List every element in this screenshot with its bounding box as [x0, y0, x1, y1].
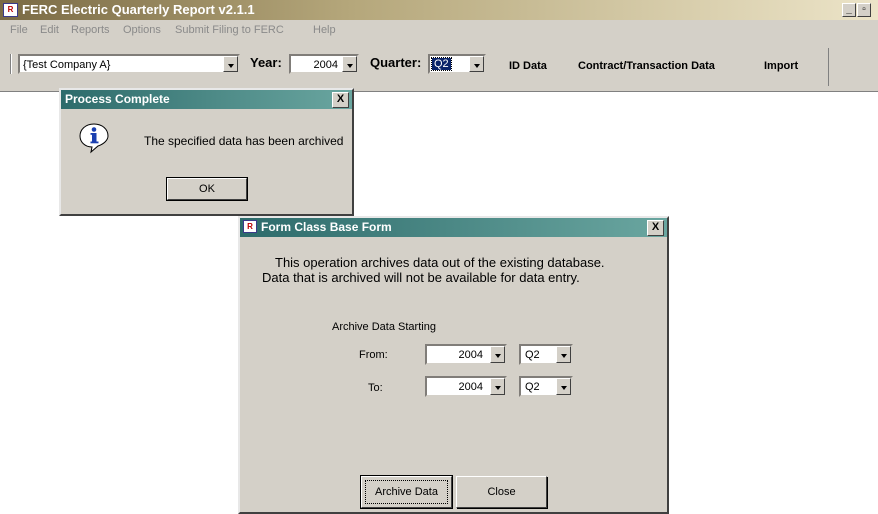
menu-help[interactable]: Help: [313, 24, 336, 36]
quarter-value: Q2: [431, 57, 452, 71]
process-complete-dialog: Process Complete X The specified data ha…: [59, 88, 354, 216]
toolbar-divider: [828, 48, 829, 86]
from-quarter-value: Q2: [525, 349, 540, 361]
chevron-down-icon[interactable]: [223, 56, 238, 72]
process-message: The specified data has been archived: [144, 134, 344, 148]
from-year-value: 2004: [458, 349, 483, 361]
archive-data-button[interactable]: Archive Data: [360, 475, 453, 509]
archive-section-label: Archive Data Starting: [332, 321, 436, 333]
dialog-title: Form Class Base Form: [261, 220, 392, 234]
dialog-title-bar: Process Complete X: [61, 90, 352, 109]
year-value: 2004: [313, 59, 338, 71]
close-button[interactable]: Close: [456, 476, 547, 508]
company-value: {Test Company A}: [23, 59, 111, 71]
to-year-select[interactable]: 2004: [425, 376, 507, 397]
year-label: Year:: [250, 55, 282, 70]
to-year-value: 2004: [458, 381, 483, 393]
chevron-down-icon[interactable]: [556, 378, 571, 395]
menu-file[interactable]: File: [10, 24, 28, 36]
menu-bar: File Edit Reports Options Submit Filing …: [0, 20, 878, 42]
minimize-button[interactable]: _: [842, 3, 856, 17]
from-label: From:: [359, 349, 388, 361]
chevron-down-icon[interactable]: [556, 346, 571, 363]
chevron-down-icon[interactable]: [342, 56, 357, 72]
info-icon: [79, 123, 109, 154]
close-icon[interactable]: X: [647, 220, 664, 236]
focus-ring: [365, 480, 448, 504]
toolbar: {Test Company A} Year: 2004 Quarter: Q2 …: [0, 42, 878, 92]
toolbar-grip: [10, 54, 12, 74]
chevron-down-icon[interactable]: [469, 56, 484, 72]
dialog-title-bar: R Form Class Base Form X: [240, 218, 667, 237]
from-quarter-select[interactable]: Q2: [519, 344, 573, 365]
menu-edit[interactable]: Edit: [40, 24, 59, 36]
description-line-1: This operation archives data out of the …: [275, 255, 605, 270]
to-quarter-select[interactable]: Q2: [519, 376, 573, 397]
contract-transaction-data-button[interactable]: Contract/Transaction Data: [578, 60, 715, 72]
app-title-bar: R FERC Electric Quarterly Report v2.1.1 …: [0, 0, 878, 20]
quarter-select[interactable]: Q2: [428, 54, 486, 74]
restore-button[interactable]: ▫: [857, 3, 871, 17]
app-icon: R: [3, 3, 18, 17]
form-icon: R: [243, 220, 257, 233]
menu-submit-filing[interactable]: Submit Filing to FERC: [175, 24, 284, 36]
description-line-2: Data that is archived will not be availa…: [262, 270, 580, 285]
to-label: To:: [368, 382, 383, 394]
import-button[interactable]: Import: [764, 60, 798, 72]
ok-button[interactable]: OK: [166, 177, 248, 201]
close-icon[interactable]: X: [332, 92, 349, 108]
ok-label: OK: [199, 183, 215, 195]
menu-options[interactable]: Options: [123, 24, 161, 36]
from-year-select[interactable]: 2004: [425, 344, 507, 365]
archive-dialog: R Form Class Base Form X This operation …: [238, 216, 669, 514]
close-label: Close: [487, 486, 516, 498]
menu-reports[interactable]: Reports: [71, 24, 110, 36]
quarter-label: Quarter:: [370, 55, 422, 70]
app-title: FERC Electric Quarterly Report v2.1.1: [22, 2, 255, 17]
chevron-down-icon[interactable]: [490, 378, 505, 395]
chevron-down-icon[interactable]: [490, 346, 505, 363]
year-select[interactable]: 2004: [289, 54, 359, 74]
id-data-button[interactable]: ID Data: [509, 60, 547, 72]
company-select[interactable]: {Test Company A}: [18, 54, 240, 74]
dialog-title: Process Complete: [65, 92, 170, 106]
to-quarter-value: Q2: [525, 381, 540, 393]
